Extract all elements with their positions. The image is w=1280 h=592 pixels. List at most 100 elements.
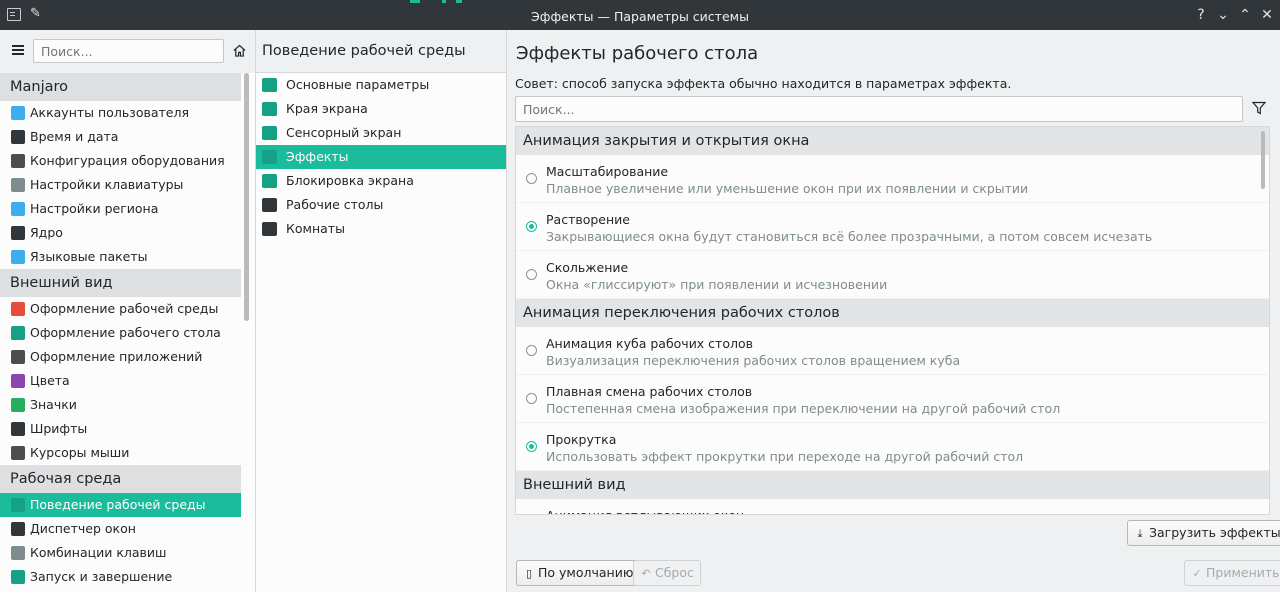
effect-description: Закрывающиеся окна будут становиться всё… xyxy=(546,229,1153,244)
language-icon xyxy=(11,250,25,264)
sidebar-item[interactable]: Поведение рабочей среды xyxy=(0,493,241,517)
maximize-button[interactable]: ⌃ xyxy=(1236,6,1254,24)
sidebar-item[interactable]: Оформление приложений xyxy=(0,345,241,369)
sidebar-item-label: Диспетчер окон xyxy=(30,521,136,536)
sidebar-item[interactable]: Курсоры мыши xyxy=(0,441,241,465)
subcategory-item[interactable]: Сенсорный экран xyxy=(256,121,506,145)
sidebar-item-label: Шрифты xyxy=(30,421,88,436)
sidebar-item-label: Оформление рабочей среды xyxy=(30,301,219,316)
sidebar-item[interactable]: Запуск и завершение xyxy=(0,565,241,589)
workspace-behavior-icon xyxy=(11,498,25,512)
sidebar-item[interactable]: Языковые пакеты xyxy=(0,245,241,269)
load-effects-button[interactable]: ⤓ Загрузить эффекты... xyxy=(1127,520,1280,546)
effect-radio-button[interactable] xyxy=(526,441,537,452)
sidebar-item[interactable]: Конфигурация оборудования xyxy=(0,149,241,173)
subcategory-panel: Поведение рабочей среды Основные парамет… xyxy=(256,30,507,592)
touchscreen-icon xyxy=(262,126,277,140)
icons-icon xyxy=(11,398,25,412)
subcategory-list: Основные параметры Края экрана Сенсорный э… xyxy=(256,73,506,241)
cursor-icon xyxy=(11,446,25,460)
effect-item[interactable]: Скольжение Окна «глиссируют» при появлени… xyxy=(516,251,1269,299)
subcategory-item[interactable]: Основные параметры xyxy=(256,73,506,97)
sidebar-item-label: Курсоры мыши xyxy=(30,445,130,460)
subcategory-item-label: Сенсорный экран xyxy=(286,125,402,140)
download-icon: ⤓ xyxy=(1137,527,1143,540)
taskbar-strip xyxy=(410,0,420,3)
apply-button[interactable]: ✓ Применить xyxy=(1184,560,1280,586)
effect-name: Анимация куба рабочих столов xyxy=(546,336,753,351)
effects-scrollbar[interactable] xyxy=(1261,131,1265,189)
sidebar-item[interactable]: Шрифты xyxy=(0,417,241,441)
sidebar-item-label: Цвета xyxy=(30,373,70,388)
subcategory-item[interactable]: Комнаты xyxy=(256,217,506,241)
sidebar-item[interactable]: Цвета xyxy=(0,369,241,393)
hamburger-menu-icon[interactable] xyxy=(12,45,24,55)
sidebar-item[interactable]: Аккаунты пользователя xyxy=(0,101,241,125)
category-sidebar: Manjaro Аккаунты пользователя Время и дата… xyxy=(0,30,256,592)
subcategory-item-label: Основные параметры xyxy=(286,77,430,92)
hint-text: Совет: способ запуска эффекта обычно нах… xyxy=(515,76,1012,91)
kernel-icon xyxy=(11,226,25,240)
effect-item[interactable]: Анимация куба рабочих столов Визуализация… xyxy=(516,327,1269,375)
effect-radio-button[interactable] xyxy=(526,269,537,280)
sidebar-item[interactable]: Диспетчер окон xyxy=(0,517,241,541)
effects-list: Анимация закрытия и открытия окна Масштаб… xyxy=(515,126,1270,515)
effect-name: Плавная смена рабочих столов xyxy=(546,384,753,399)
sidebar-item[interactable]: Ядро xyxy=(0,221,241,245)
effect-description: Визуализация переключения рабочих столов… xyxy=(546,353,961,368)
desktop-theme-icon xyxy=(11,326,25,340)
sidebar-section-header: Manjaro xyxy=(0,73,241,101)
filter-icon[interactable] xyxy=(1252,101,1266,115)
subcategory-item[interactable]: Эффекты xyxy=(256,145,506,169)
sidebar-item[interactable]: Время и дата xyxy=(0,125,241,149)
screen-lock-icon xyxy=(262,174,277,188)
effect-description: Окна «глиссируют» при появлении и исчезн… xyxy=(546,277,888,292)
reset-button[interactable]: ↶ Сброс xyxy=(633,560,701,586)
effect-item[interactable]: Прокрутка Использовать эффект прокрутки п… xyxy=(516,423,1269,471)
sidebar-item[interactable]: Оформление рабочей среды xyxy=(0,297,241,321)
defaults-button[interactable]: ▯ По умолчанию xyxy=(516,560,641,586)
home-icon[interactable] xyxy=(233,44,246,57)
sidebar-item-label: Запуск и завершение xyxy=(30,569,173,584)
sidebar-item[interactable]: Значки xyxy=(0,393,241,417)
window-title: Эффекты — Параметры системы xyxy=(531,9,749,24)
region-icon xyxy=(11,202,25,216)
sidebar-item[interactable]: Оформление рабочего стола xyxy=(0,321,241,345)
sidebar-item-label: Оформление рабочего стола xyxy=(30,325,221,340)
sidebar-item[interactable]: Комбинации клавиш xyxy=(0,541,241,565)
effect-item[interactable]: Растворение Закрывающиеся окна будут стан… xyxy=(516,203,1269,251)
title-bar: ✎ Эффекты — Параметры системы ? ⌄ ⌃ ✕ xyxy=(0,0,1280,30)
effect-radio-button[interactable] xyxy=(526,173,537,184)
sidebar-item-label: Комбинации клавиш xyxy=(30,545,167,560)
effect-item[interactable]: Плавная смена рабочих столов Постепенная … xyxy=(516,375,1269,423)
category-list: Manjaro Аккаунты пользователя Время и дата… xyxy=(0,73,241,592)
effect-radio-button[interactable] xyxy=(526,393,537,404)
sidebar-search-input[interactable] xyxy=(33,39,224,63)
effect-item[interactable]: Анимация всплывающих окон xyxy=(516,499,1269,514)
effect-name: Скольжение xyxy=(546,260,629,275)
sidebar-scrollbar[interactable] xyxy=(244,73,249,321)
subcategory-item[interactable]: Рабочие столы xyxy=(256,193,506,217)
effect-name: Растворение xyxy=(546,212,630,227)
subcategory-item[interactable]: Края экрана xyxy=(256,97,506,121)
effect-category-header: Анимация закрытия и открытия окна xyxy=(516,127,1269,155)
sidebar-item[interactable]: Настройки региона xyxy=(0,197,241,221)
help-button[interactable]: ? xyxy=(1192,6,1210,24)
hardware-icon xyxy=(11,154,25,168)
subcategory-title: Поведение рабочей среды xyxy=(256,30,506,73)
minimize-button[interactable]: ⌄ xyxy=(1214,6,1232,24)
virtual-desktops-icon xyxy=(262,198,277,212)
sidebar-item-label: Настройки региона xyxy=(30,201,159,216)
effect-item[interactable]: Масштабирование Плавное увеличение или ум… xyxy=(516,155,1269,203)
sidebar-item[interactable]: Настройки клавиатуры xyxy=(0,173,241,197)
effect-radio-button[interactable] xyxy=(526,221,537,232)
fonts-icon xyxy=(11,422,25,436)
sidebar-header xyxy=(0,30,255,73)
subcategory-item[interactable]: Блокировка экрана xyxy=(256,169,506,193)
clock-icon xyxy=(11,130,25,144)
sidebar-item-label: Значки xyxy=(30,397,77,412)
effects-search-input[interactable] xyxy=(515,96,1243,122)
effect-radio-button[interactable] xyxy=(526,345,537,356)
taskbar-strip xyxy=(456,0,462,3)
close-button[interactable]: ✕ xyxy=(1258,6,1276,24)
